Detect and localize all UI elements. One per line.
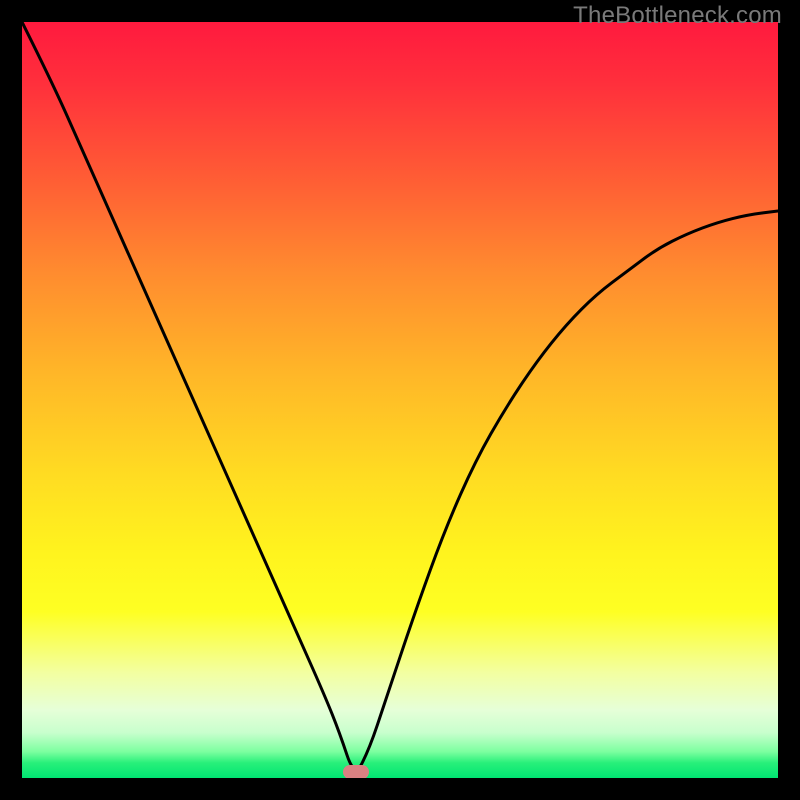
curve-layer [22, 22, 778, 778]
chart-frame: TheBottleneck.com [0, 0, 800, 800]
minimum-marker [343, 765, 369, 778]
watermark-text: TheBottleneck.com [573, 2, 782, 30]
plot-area [22, 22, 778, 778]
bottleneck-curve [22, 22, 778, 769]
